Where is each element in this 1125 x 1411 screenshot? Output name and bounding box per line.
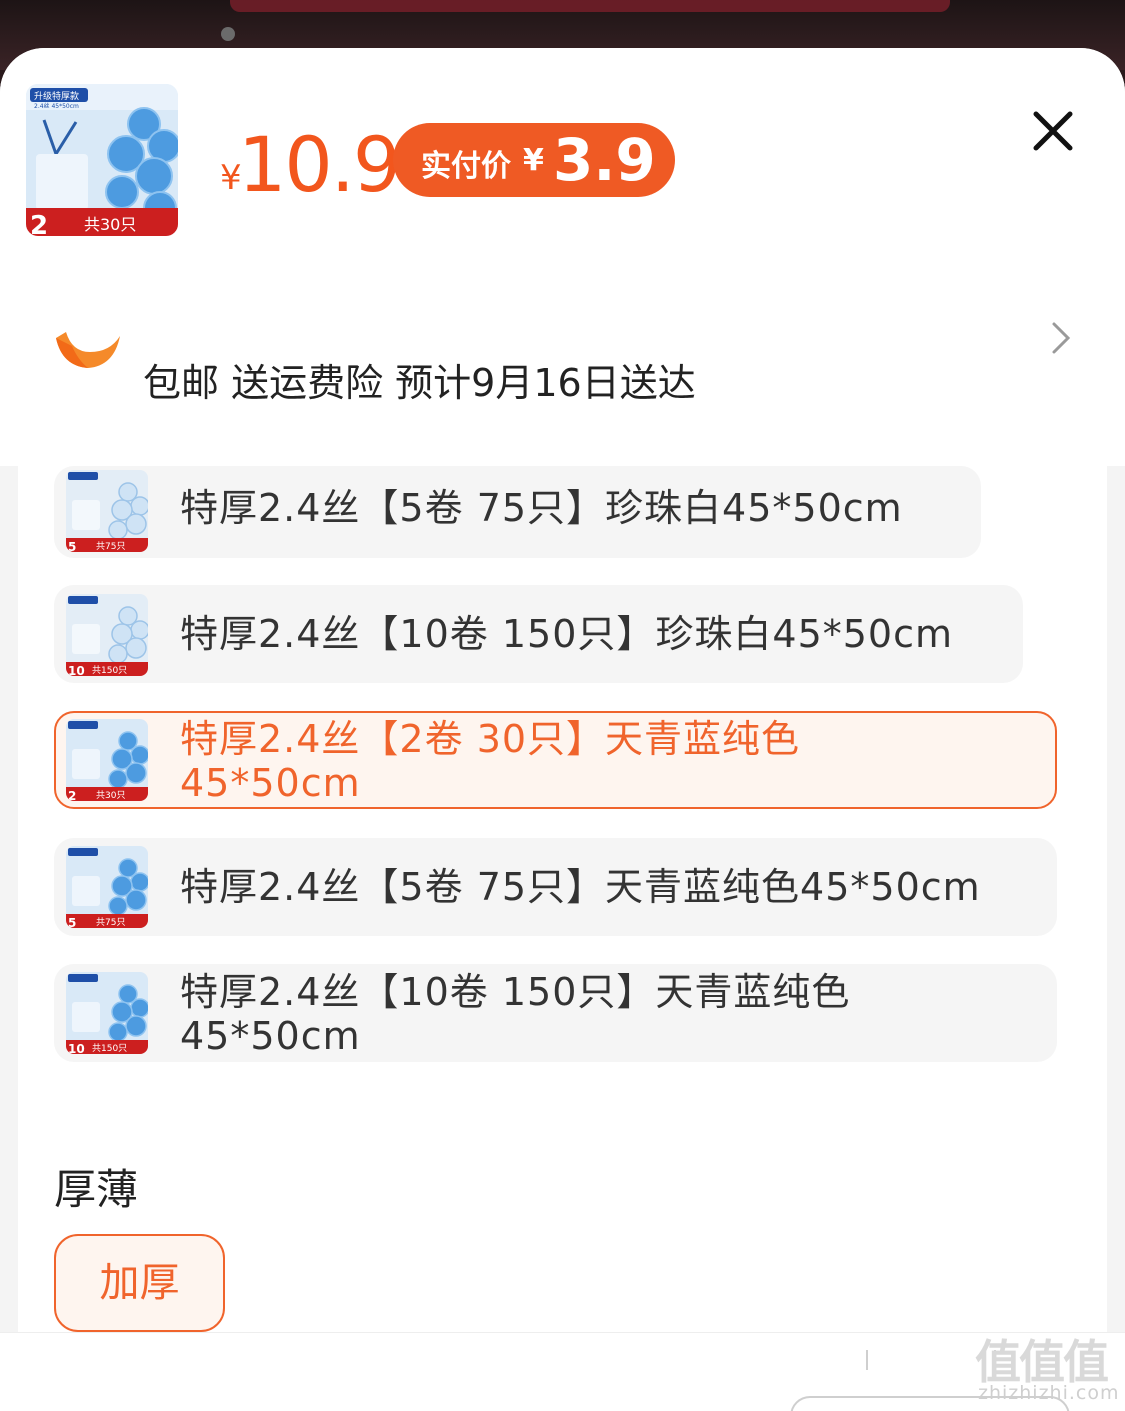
product-thumbnail[interactable]: 升级特厚款 2.4丝 45*50cm 2 共30只 — [26, 84, 178, 236]
thumb-rolls-text: 2 — [30, 211, 48, 236]
shipping-logo-icon — [52, 322, 122, 374]
background-indicator — [221, 27, 235, 41]
watermark-url: zhizhizhi.com — [978, 1382, 1120, 1404]
sku-sheet: 升级特厚款 2.4丝 45*50cm 2 共30只 ¥ 10.9 实付价 ¥ 3… — [0, 48, 1125, 1411]
sku-option-label: 特厚2.4丝【10卷 150只】珍珠白45*50cm — [180, 612, 954, 656]
paid-price-value: 3.9 — [553, 126, 656, 194]
background-banner — [230, 0, 950, 12]
sku-option-label: 特厚2.4丝【2卷 30只】天青蓝纯色45*50cm — [180, 717, 801, 805]
thumb-badge-text: 升级特厚款 — [34, 90, 79, 102]
sku-option-thumbnail: 5 共75只 — [66, 470, 148, 552]
option-count-text: 共150只 — [92, 665, 127, 676]
option-rolls-text: 5 — [68, 916, 76, 928]
option-count-text: 共150只 — [92, 1043, 127, 1054]
sku-options-panel: 5 共75只 特厚2.4丝【5卷 75只】珍珠白45*50cm 10 共150只… — [18, 466, 1107, 1332]
option-rolls-text: 10 — [68, 664, 85, 676]
sku-option-thumbnail: 10 共150只 — [66, 594, 148, 676]
option-count-text: 共30只 — [96, 790, 125, 801]
sku-option[interactable]: 5 共75只 特厚2.4丝【5卷 75只】珍珠白45*50cm — [54, 466, 981, 558]
sku-option-label: 特厚2.4丝【5卷 75只】珍珠白45*50cm — [180, 486, 903, 530]
sku-option-thumbnail: 10 共150只 — [66, 972, 148, 1054]
option-rolls-text: 2 — [68, 789, 76, 801]
option-count-text: 共75只 — [96, 917, 125, 928]
sku-option[interactable]: 5 共75只 特厚2.4丝【5卷 75只】天青蓝纯色45*50cm — [54, 838, 1057, 936]
paid-price-badge: 实付价 ¥ 3.9 — [393, 123, 675, 197]
price-value: 10.9 — [238, 120, 401, 209]
thumb-spec-text: 2.4丝 45*50cm — [34, 102, 79, 110]
option-count-text: 共75只 — [96, 541, 125, 552]
thumb-count-text: 共30只 — [84, 215, 136, 234]
stepper-divider — [866, 1350, 868, 1370]
thickness-option-button[interactable]: 加厚 — [54, 1234, 225, 1332]
chevron-right-icon[interactable] — [1046, 320, 1076, 356]
sku-option[interactable]: 10 共150只 特厚2.4丝【10卷 150只】天青蓝纯色45*50cm — [54, 964, 1057, 1062]
sku-option-label: 特厚2.4丝【10卷 150只】天青蓝纯色45*50cm — [180, 970, 851, 1058]
sku-option[interactable]: 10 共150只 特厚2.4丝【10卷 150只】珍珠白45*50cm — [54, 585, 1023, 683]
shipping-info[interactable]: 包邮 送运费险 预计9月16日送达 — [143, 352, 696, 407]
close-icon[interactable] — [1028, 106, 1078, 156]
option-rolls-text: 5 — [68, 540, 76, 552]
sku-option-thumbnail: 5 共75只 — [66, 846, 148, 928]
sheet-header: 升级特厚款 2.4丝 45*50cm 2 共30只 ¥ 10.9 实付价 ¥ 3… — [0, 48, 1125, 466]
paid-price-currency: ¥ — [523, 143, 544, 178]
sku-option-selected[interactable]: 2 共30只 特厚2.4丝【2卷 30只】天青蓝纯色45*50cm — [54, 711, 1057, 809]
thickness-section-title: 厚薄 — [54, 1165, 139, 1214]
option-rolls-text: 10 — [68, 1042, 85, 1054]
sku-option-thumbnail: 2 共30只 — [66, 719, 148, 801]
sku-option-label: 特厚2.4丝【5卷 75只】天青蓝纯色45*50cm — [180, 865, 981, 909]
paid-price-label: 实付价 — [421, 149, 511, 184]
